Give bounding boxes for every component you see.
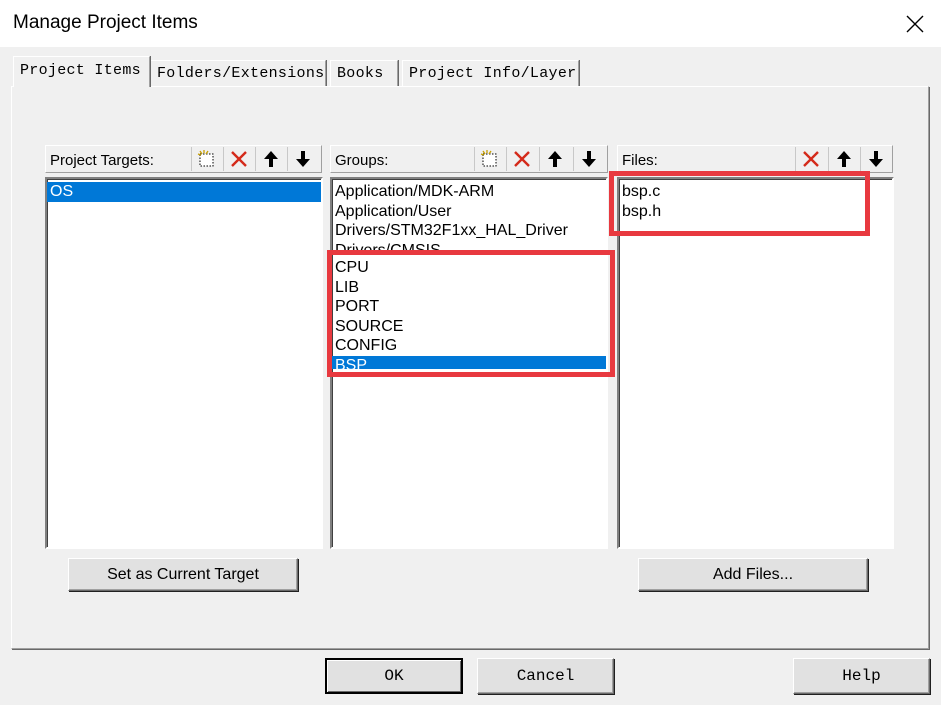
tab-label: Books [337,65,384,82]
arrow-down-icon [868,151,883,167]
groups-header: Groups: [330,145,608,173]
new-item-icon [480,150,496,167]
window-title: Manage Project Items [13,12,198,33]
list-item[interactable]: Application/MDK-ARM [332,182,606,202]
files-list[interactable]: bsp.c bsp.h [617,177,894,549]
close-icon [906,15,924,32]
tab-label: Folders/Extensions [157,65,325,82]
move-group-up-button[interactable] [539,147,569,171]
list-item[interactable]: bsp.c [619,182,892,202]
targets-header: Project Targets: [45,145,322,173]
move-target-up-button[interactable] [255,147,285,171]
list-item[interactable]: Application/User [332,202,606,222]
targets-header-label: Project Targets: [50,152,154,169]
tab-project-info-layer[interactable]: Project Info/Layer [402,60,579,86]
delete-icon [513,151,530,167]
tab-project-items[interactable]: Project Items [13,56,150,87]
new-item-icon [197,150,213,167]
list-item[interactable]: Drivers/STM32F1xx_HAL_Driver [332,221,606,241]
tab-books[interactable]: Books [330,60,398,86]
delete-icon [230,151,247,167]
list-item[interactable]: CPU [332,258,606,278]
list-item[interactable]: Drivers/CMSIS [332,241,606,252]
list-item[interactable]: LIB [332,278,606,298]
arrow-up-icon [547,151,562,167]
delete-file-button[interactable] [795,147,825,171]
arrow-up-icon [263,151,278,167]
tab-label: Project Items [20,62,141,79]
targets-list[interactable]: OS [45,177,323,549]
arrow-down-icon [295,151,310,167]
groups-header-label: Groups: [335,152,389,169]
delete-target-button[interactable] [223,147,253,171]
new-group-button[interactable] [474,147,504,171]
delete-icon [802,151,819,167]
list-item[interactable]: SOURCE [332,317,606,337]
arrow-down-icon [581,151,596,167]
set-current-target-button[interactable]: Set as Current Target [68,558,298,591]
move-file-up-button[interactable] [828,147,858,171]
move-target-down-button[interactable] [287,147,317,171]
ok-button[interactable]: OK [325,658,463,694]
files-header: Files: [617,145,893,173]
title-bar: Manage Project Items [0,0,941,47]
list-item[interactable]: BSP [332,355,606,369]
help-button[interactable]: Help [793,658,930,694]
arrow-up-icon [836,151,851,167]
close-button[interactable] [889,0,941,47]
move-file-down-button[interactable] [860,147,890,171]
tab-folders-extensions[interactable]: Folders/Extensions [150,60,326,86]
groups-list[interactable]: Application/MDK-ARM Application/User Dri… [330,177,608,549]
delete-group-button[interactable] [506,147,536,171]
files-header-label: Files: [622,152,658,169]
tab-label: Project Info/Layer [409,65,577,82]
move-group-down-button[interactable] [573,147,603,171]
list-item[interactable]: CONFIG [332,336,606,356]
list-item[interactable]: PORT [332,297,606,317]
list-item[interactable]: OS [47,182,321,202]
add-files-button[interactable]: Add Files... [638,558,868,591]
new-target-button[interactable] [191,147,221,171]
list-item[interactable]: bsp.h [619,202,892,222]
cancel-button[interactable]: Cancel [477,658,614,694]
